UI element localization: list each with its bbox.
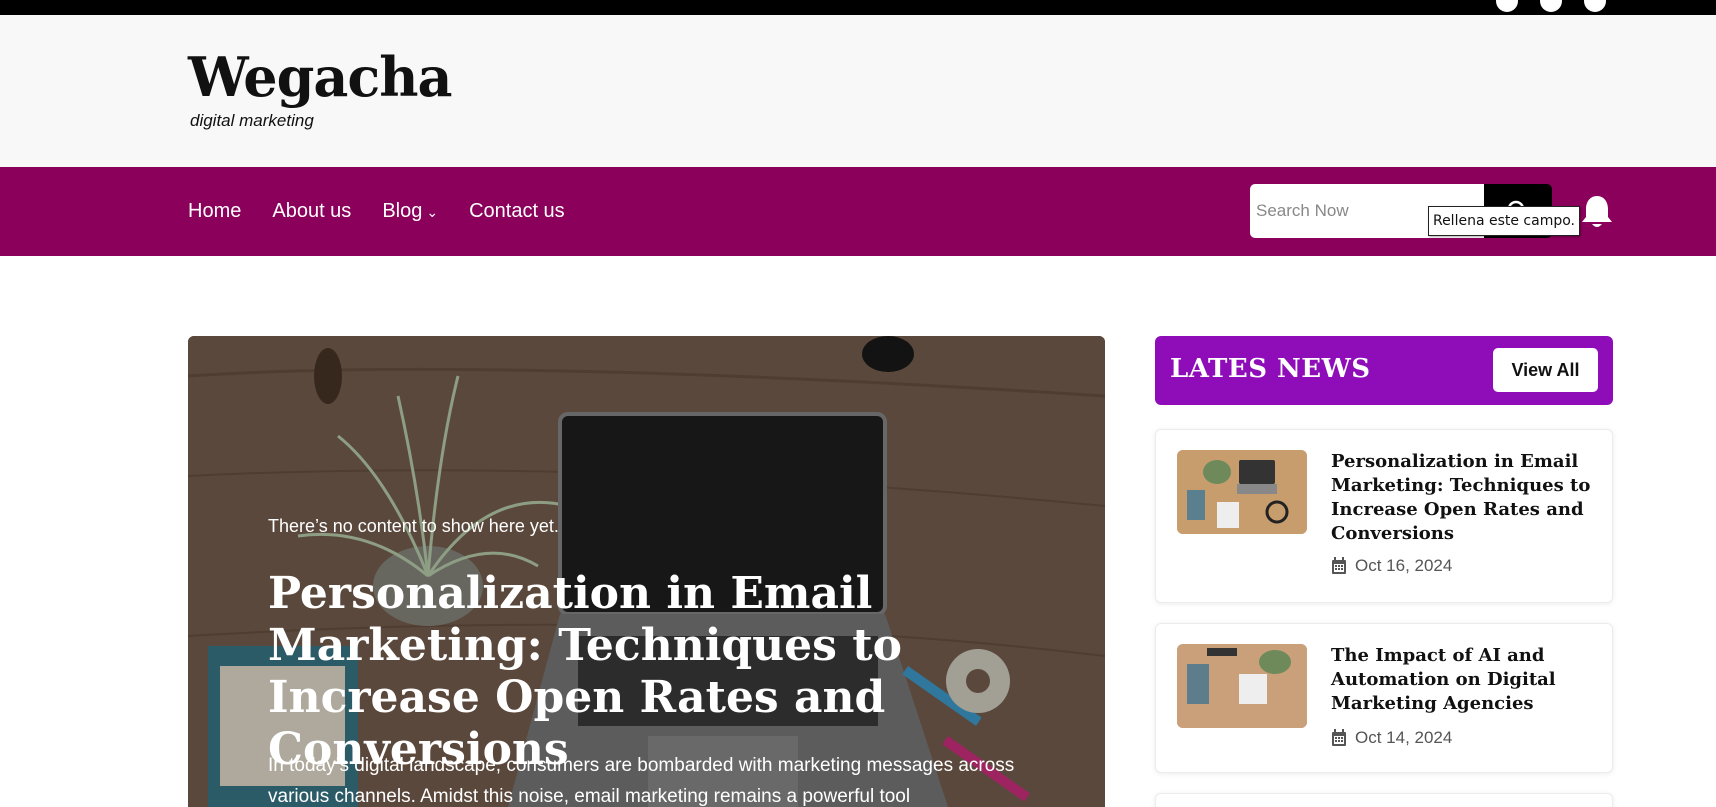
latest-news-header: LATES NEWS View All: [1155, 336, 1613, 405]
news-card-date: Oct 14, 2024: [1331, 728, 1452, 748]
site-logo[interactable]: Wegacha: [188, 45, 452, 109]
news-card[interactable]: The Impact of AI and Automation on Digit…: [1155, 623, 1613, 773]
thumbnail-image: [1177, 450, 1307, 534]
news-card-date-text: Oct 16, 2024: [1355, 556, 1453, 575]
featured-post-excerpt: In today’s digital landscape, consumers …: [268, 755, 1015, 807]
news-card-title[interactable]: Personalization in Email Marketing: Tech…: [1331, 450, 1601, 546]
news-thumbnail: [1177, 644, 1307, 728]
thumbnail-image: [1177, 644, 1307, 728]
social-icon[interactable]: [1584, 0, 1606, 12]
nav-item-home[interactable]: Home: [188, 200, 241, 223]
news-card-date: Oct 16, 2024: [1331, 556, 1452, 576]
nav-item-about-us-label: About us: [272, 200, 352, 222]
news-card[interactable]: [1155, 793, 1613, 807]
calendar-icon: [1332, 729, 1346, 746]
site-header: Wegacha digital marketing: [0, 15, 1716, 167]
social-icon[interactable]: [1496, 0, 1518, 12]
calendar-icon: [1332, 557, 1346, 574]
chevron-down-icon: ⌄: [426, 204, 439, 220]
latest-news-heading: LATES NEWS: [1170, 354, 1371, 384]
social-icon[interactable]: [1540, 0, 1562, 12]
site-tagline: digital marketing: [190, 111, 314, 130]
nav-item-blog-label: Blog: [382, 200, 423, 222]
news-card[interactable]: Personalization in Email Marketing: Tech…: [1155, 429, 1613, 603]
empty-notice: There’s no content to show here yet.: [268, 516, 559, 536]
news-card-title[interactable]: The Impact of AI and Automation on Digit…: [1331, 644, 1601, 716]
nav-item-blog[interactable]: Blog ⌄: [382, 200, 438, 223]
news-thumbnail: [1177, 450, 1307, 534]
nav-item-about-us[interactable]: About us: [272, 200, 351, 223]
validation-tooltip: Rellena este campo.: [1428, 206, 1580, 236]
featured-post-title[interactable]: Personalization in Email Marketing: Tech…: [268, 568, 1058, 776]
view-all-button[interactable]: View All: [1493, 348, 1598, 392]
news-card-date-text: Oct 14, 2024: [1355, 728, 1453, 747]
nav-menu: Home About us Blog ⌄ Contact us: [188, 167, 565, 256]
bell-icon[interactable]: [1580, 194, 1614, 230]
featured-post[interactable]: There’s no content to show here yet. Per…: [188, 336, 1105, 807]
nav-item-contact-us[interactable]: Contact us: [469, 200, 565, 223]
top-bar: [0, 0, 1716, 15]
